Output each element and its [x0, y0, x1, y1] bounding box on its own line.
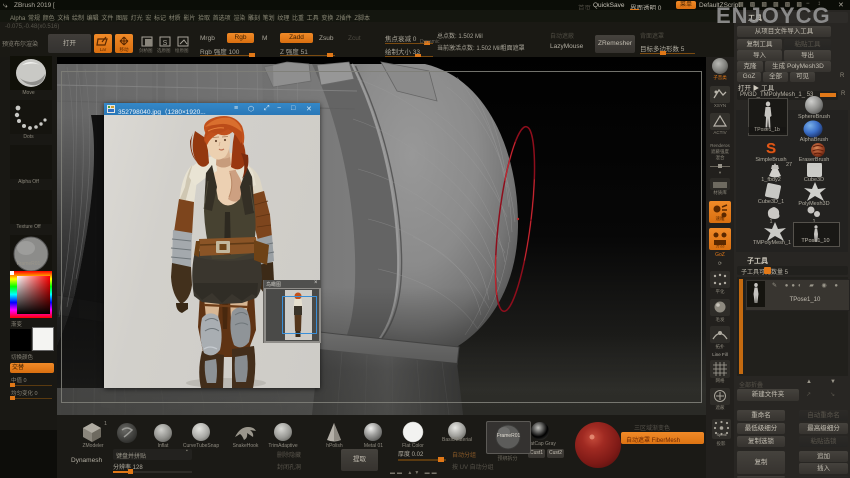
svg-text:S: S	[163, 40, 168, 47]
svg-text:Lar: Lar	[100, 47, 107, 52]
svg-text:移动: 移动	[120, 46, 129, 53]
